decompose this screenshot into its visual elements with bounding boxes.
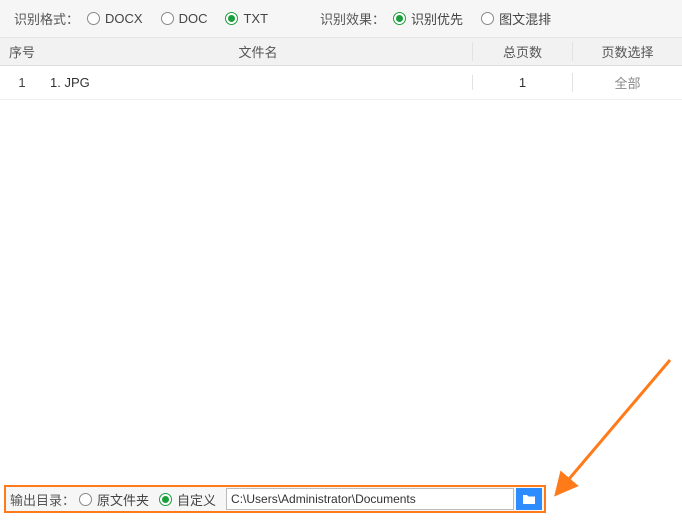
radio-effect-mixed[interactable]: 图文混排: [481, 9, 551, 28]
table-header: 序号 文件名 总页数 页数选择: [0, 38, 682, 66]
radio-format-docx[interactable]: DOCX: [87, 11, 143, 26]
cell-file: 1. JPG: [44, 75, 472, 90]
output-label: 输出目录：: [10, 490, 75, 509]
radio-label: DOCX: [105, 11, 143, 26]
options-bar: 识别格式： DOCX DOC TXT 识别效果： 识别优先 图文混排: [0, 0, 682, 38]
cell-pages: 1: [472, 75, 572, 90]
radio-label: DOC: [179, 11, 208, 26]
radio-format-doc[interactable]: DOC: [161, 11, 208, 26]
radio-label: 原文件夹: [97, 490, 149, 509]
output-path-input[interactable]: [226, 488, 514, 510]
radio-label: 图文混排: [499, 9, 551, 28]
effect-label: 识别效果：: [320, 9, 385, 28]
radio-label: 自定义: [177, 490, 216, 509]
radio-label: 识别优先: [411, 9, 463, 28]
browse-folder-button[interactable]: [516, 488, 542, 510]
folder-icon: [522, 493, 536, 505]
cell-page-select[interactable]: 全部: [572, 73, 682, 92]
radio-effect-recognition-first[interactable]: 识别优先: [393, 9, 463, 28]
output-bar: 输出目录： 原文件夹 自定义: [4, 485, 546, 513]
col-header-seq: 序号: [0, 42, 44, 61]
radio-label: TXT: [243, 11, 268, 26]
table-row[interactable]: 1 1. JPG 1 全部: [0, 66, 682, 100]
radio-output-custom[interactable]: 自定义: [159, 490, 216, 509]
cell-seq: 1: [0, 75, 44, 90]
radio-format-txt[interactable]: TXT: [225, 11, 268, 26]
col-header-select: 页数选择: [572, 42, 682, 61]
table-body: 1 1. JPG 1 全部: [0, 66, 682, 466]
format-label: 识别格式：: [14, 9, 79, 28]
radio-output-source-folder[interactable]: 原文件夹: [79, 490, 149, 509]
col-header-pages: 总页数: [472, 42, 572, 61]
col-header-file: 文件名: [44, 42, 472, 61]
